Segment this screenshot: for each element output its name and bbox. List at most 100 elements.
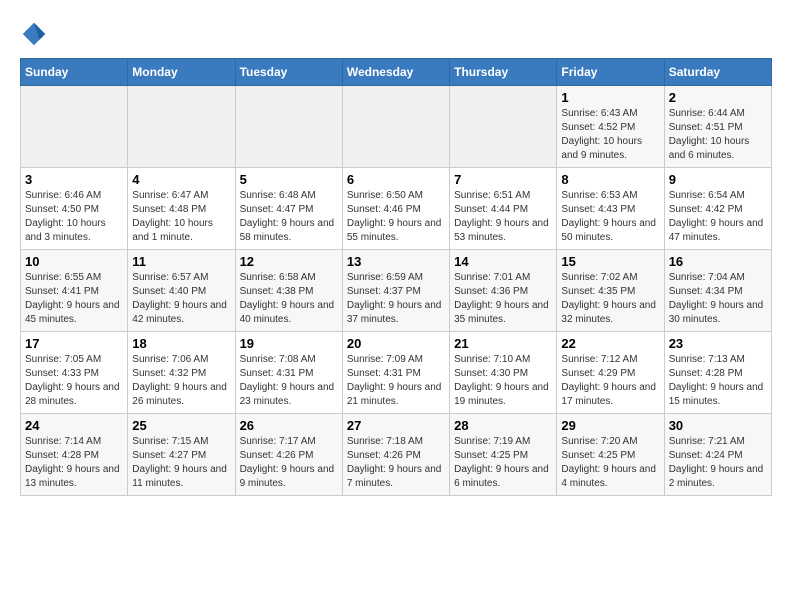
day-info: Sunrise: 6:55 AM Sunset: 4:41 PM Dayligh… — [25, 271, 123, 327]
day-number: 15 — [561, 254, 659, 269]
day-cell: 29 Sunrise: 7:20 AM Sunset: 4:25 PM Dayli… — [557, 414, 664, 496]
day-cell: 16 Sunrise: 7:04 AM Sunset: 4:34 PM Dayli… — [664, 250, 771, 332]
day-info: Sunrise: 6:44 AM Sunset: 4:51 PM Dayligh… — [669, 107, 767, 163]
week-row-2: 3Sunrise: 6:46 AM Sunset: 4:50 PM Daylig… — [21, 168, 772, 250]
day-number: 21 — [454, 336, 552, 351]
week-row-1: 1 Sunrise: 6:43 AM Sunset: 4:52 PM Daylig… — [21, 86, 772, 168]
day-cell: 15 Sunrise: 7:02 AM Sunset: 4:35 PM Dayli… — [557, 250, 664, 332]
day-number: 27 — [347, 418, 445, 433]
day-cell: 11Sunrise: 6:57 AM Sunset: 4:40 PM Dayli… — [128, 250, 235, 332]
day-cell: 23 Sunrise: 7:13 AM Sunset: 4:28 PM Dayli… — [664, 332, 771, 414]
weekday-header-row: SundayMondayTuesdayWednesdayThursdayFrid… — [21, 59, 772, 86]
day-cell: 6Sunrise: 6:50 AM Sunset: 4:46 PM Daylig… — [342, 168, 449, 250]
day-info: Sunrise: 7:04 AM Sunset: 4:34 PM Dayligh… — [669, 271, 767, 327]
day-number: 26 — [240, 418, 338, 433]
logo — [20, 20, 52, 48]
day-info: Sunrise: 6:43 AM Sunset: 4:52 PM Dayligh… — [561, 107, 659, 163]
day-number: 17 — [25, 336, 123, 351]
weekday-header-wednesday: Wednesday — [342, 59, 449, 86]
day-info: Sunrise: 7:12 AM Sunset: 4:29 PM Dayligh… — [561, 353, 659, 409]
day-info: Sunrise: 7:02 AM Sunset: 4:35 PM Dayligh… — [561, 271, 659, 327]
day-cell — [342, 86, 449, 168]
day-cell: 3Sunrise: 6:46 AM Sunset: 4:50 PM Daylig… — [21, 168, 128, 250]
day-number: 7 — [454, 172, 552, 187]
day-cell: 26 Sunrise: 7:17 AM Sunset: 4:26 PM Dayli… — [235, 414, 342, 496]
day-number: 14 — [454, 254, 552, 269]
day-cell: 18 Sunrise: 7:06 AM Sunset: 4:32 PM Dayli… — [128, 332, 235, 414]
day-number: 28 — [454, 418, 552, 433]
day-number: 23 — [669, 336, 767, 351]
day-number: 18 — [132, 336, 230, 351]
day-number: 3 — [25, 172, 123, 187]
day-cell: 28Sunrise: 7:19 AM Sunset: 4:25 PM Dayli… — [450, 414, 557, 496]
day-cell: 8 Sunrise: 6:53 AM Sunset: 4:43 PM Daylig… — [557, 168, 664, 250]
day-cell: 21 Sunrise: 7:10 AM Sunset: 4:30 PM Dayli… — [450, 332, 557, 414]
day-cell: 19 Sunrise: 7:08 AM Sunset: 4:31 PM Dayli… — [235, 332, 342, 414]
day-number: 20 — [347, 336, 445, 351]
day-cell: 20 Sunrise: 7:09 AM Sunset: 4:31 PM Dayli… — [342, 332, 449, 414]
day-info: Sunrise: 6:54 AM Sunset: 4:42 PM Dayligh… — [669, 189, 767, 245]
week-row-4: 17 Sunrise: 7:05 AM Sunset: 4:33 PM Dayli… — [21, 332, 772, 414]
day-cell: 12 Sunrise: 6:58 AM Sunset: 4:38 PM Dayli… — [235, 250, 342, 332]
weekday-header-thursday: Thursday — [450, 59, 557, 86]
day-info: Sunrise: 7:17 AM Sunset: 4:26 PM Dayligh… — [240, 435, 338, 491]
day-number: 30 — [669, 418, 767, 433]
day-cell — [235, 86, 342, 168]
day-number: 25 — [132, 418, 230, 433]
day-info: Sunrise: 7:06 AM Sunset: 4:32 PM Dayligh… — [132, 353, 230, 409]
day-number: 10 — [25, 254, 123, 269]
day-info: Sunrise: 6:51 AM Sunset: 4:44 PM Dayligh… — [454, 189, 552, 245]
day-cell: 14 Sunrise: 7:01 AM Sunset: 4:36 PM Dayli… — [450, 250, 557, 332]
day-number: 6 — [347, 172, 445, 187]
weekday-header-tuesday: Tuesday — [235, 59, 342, 86]
day-info: Sunrise: 6:59 AM Sunset: 4:37 PM Dayligh… — [347, 271, 445, 327]
weekday-header-saturday: Saturday — [664, 59, 771, 86]
day-cell: 25 Sunrise: 7:15 AM Sunset: 4:27 PM Dayli… — [128, 414, 235, 496]
day-info: Sunrise: 7:08 AM Sunset: 4:31 PM Dayligh… — [240, 353, 338, 409]
week-row-5: 24Sunrise: 7:14 AM Sunset: 4:28 PM Dayli… — [21, 414, 772, 496]
day-number: 29 — [561, 418, 659, 433]
day-cell: 10 Sunrise: 6:55 AM Sunset: 4:41 PM Dayli… — [21, 250, 128, 332]
day-info: Sunrise: 7:10 AM Sunset: 4:30 PM Dayligh… — [454, 353, 552, 409]
day-cell — [450, 86, 557, 168]
day-cell: 9 Sunrise: 6:54 AM Sunset: 4:42 PM Daylig… — [664, 168, 771, 250]
day-info: Sunrise: 6:48 AM Sunset: 4:47 PM Dayligh… — [240, 189, 338, 245]
day-cell: 22 Sunrise: 7:12 AM Sunset: 4:29 PM Dayli… — [557, 332, 664, 414]
day-info: Sunrise: 6:53 AM Sunset: 4:43 PM Dayligh… — [561, 189, 659, 245]
weekday-header-sunday: Sunday — [21, 59, 128, 86]
page-header — [20, 20, 772, 48]
day-info: Sunrise: 7:13 AM Sunset: 4:28 PM Dayligh… — [669, 353, 767, 409]
day-cell: 17 Sunrise: 7:05 AM Sunset: 4:33 PM Dayli… — [21, 332, 128, 414]
day-cell — [128, 86, 235, 168]
day-info: Sunrise: 7:14 AM Sunset: 4:28 PM Dayligh… — [25, 435, 123, 491]
day-number: 16 — [669, 254, 767, 269]
day-cell: 30Sunrise: 7:21 AM Sunset: 4:24 PM Dayli… — [664, 414, 771, 496]
day-number: 8 — [561, 172, 659, 187]
day-cell: 13Sunrise: 6:59 AM Sunset: 4:37 PM Dayli… — [342, 250, 449, 332]
day-number: 1 — [561, 90, 659, 105]
day-number: 9 — [669, 172, 767, 187]
day-number: 12 — [240, 254, 338, 269]
weekday-header-friday: Friday — [557, 59, 664, 86]
day-number: 19 — [240, 336, 338, 351]
day-info: Sunrise: 6:58 AM Sunset: 4:38 PM Dayligh… — [240, 271, 338, 327]
day-number: 5 — [240, 172, 338, 187]
day-cell: 7 Sunrise: 6:51 AM Sunset: 4:44 PM Daylig… — [450, 168, 557, 250]
calendar-table: SundayMondayTuesdayWednesdayThursdayFrid… — [20, 58, 772, 496]
day-info: Sunrise: 7:20 AM Sunset: 4:25 PM Dayligh… — [561, 435, 659, 491]
day-info: Sunrise: 6:47 AM Sunset: 4:48 PM Dayligh… — [132, 189, 230, 245]
day-cell — [21, 86, 128, 168]
day-info: Sunrise: 7:01 AM Sunset: 4:36 PM Dayligh… — [454, 271, 552, 327]
day-info: Sunrise: 7:09 AM Sunset: 4:31 PM Dayligh… — [347, 353, 445, 409]
day-info: Sunrise: 7:15 AM Sunset: 4:27 PM Dayligh… — [132, 435, 230, 491]
day-cell: 5 Sunrise: 6:48 AM Sunset: 4:47 PM Daylig… — [235, 168, 342, 250]
day-cell: 24Sunrise: 7:14 AM Sunset: 4:28 PM Dayli… — [21, 414, 128, 496]
day-info: Sunrise: 7:05 AM Sunset: 4:33 PM Dayligh… — [25, 353, 123, 409]
day-number: 4 — [132, 172, 230, 187]
day-number: 22 — [561, 336, 659, 351]
day-cell: 4 Sunrise: 6:47 AM Sunset: 4:48 PM Daylig… — [128, 168, 235, 250]
day-info: Sunrise: 7:18 AM Sunset: 4:26 PM Dayligh… — [347, 435, 445, 491]
day-cell: 27 Sunrise: 7:18 AM Sunset: 4:26 PM Dayli… — [342, 414, 449, 496]
day-cell: 1 Sunrise: 6:43 AM Sunset: 4:52 PM Daylig… — [557, 86, 664, 168]
day-number: 2 — [669, 90, 767, 105]
